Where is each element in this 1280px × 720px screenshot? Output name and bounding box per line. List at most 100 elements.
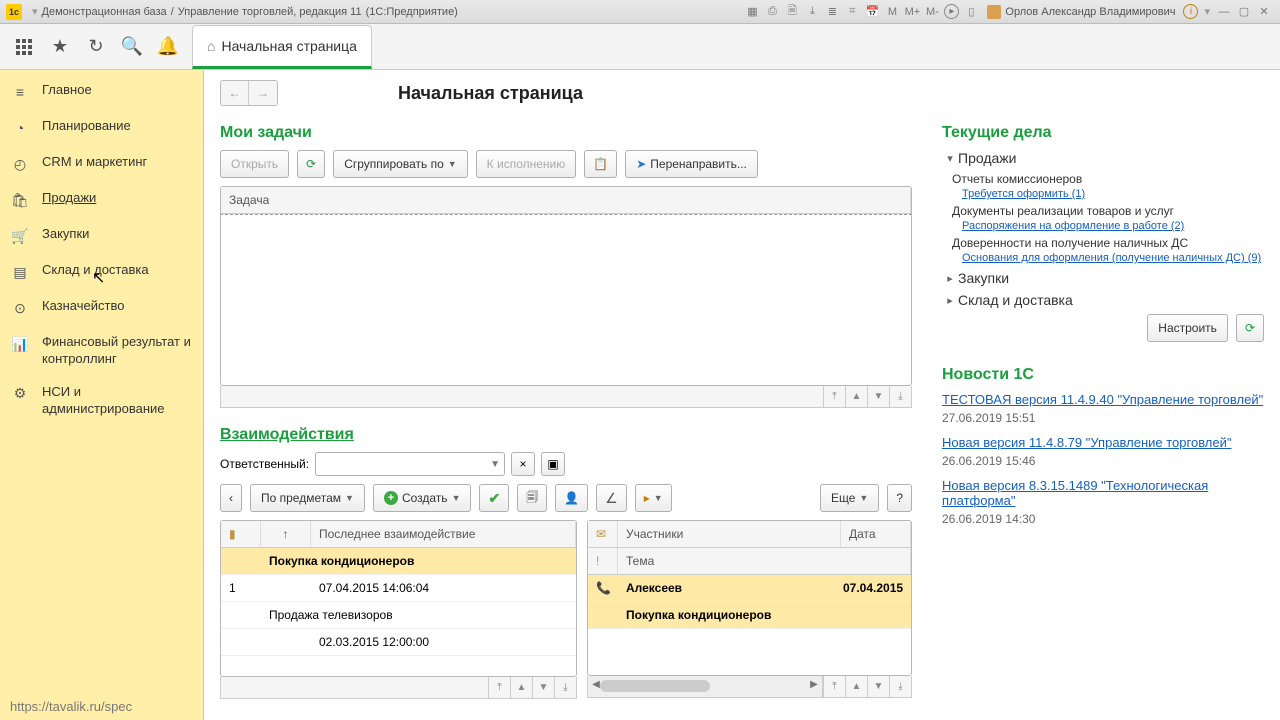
help-icon[interactable]: ▸ xyxy=(944,4,959,19)
nav-down-icon[interactable]: ▼ xyxy=(532,677,554,698)
doc-icon[interactable]: 🗎 xyxy=(784,4,800,20)
subjects-nav-strip: ⤒ ▲ ▼ ⤓ xyxy=(220,677,577,699)
prev-button[interactable]: ‹ xyxy=(220,484,242,512)
m-button[interactable]: M xyxy=(884,4,900,20)
person-button[interactable]: 👤 xyxy=(555,484,588,512)
link-poa[interactable]: Основания для оформления (получение нали… xyxy=(962,252,1261,264)
m-plus-button[interactable]: M+ xyxy=(904,4,920,20)
refresh-button[interactable]: ⟳ xyxy=(297,150,325,178)
group-by-button[interactable]: Сгруппировать по▼ xyxy=(333,150,467,178)
table-row[interactable]: Покупка кондиционеров xyxy=(588,602,911,629)
person-icon: 👤 xyxy=(564,491,579,505)
user-name: Орлов Александр Владимирович xyxy=(1005,6,1175,18)
sidebar-item-finance[interactable]: 📊 Финансовый результат и контроллинг xyxy=(0,326,203,376)
due-button[interactable]: К исполнению xyxy=(476,150,577,178)
tree-sales[interactable]: ▾Продажи xyxy=(942,150,1264,166)
app-icon: 1c xyxy=(6,4,22,20)
section-interactions-title[interactable]: Взаимодействия xyxy=(220,426,912,444)
nav-up-icon[interactable]: ▲ xyxy=(845,676,867,697)
scroll-thumb[interactable] xyxy=(600,680,710,692)
help-button[interactable]: ? xyxy=(887,484,912,512)
link-docs[interactable]: Распоряжения на оформление в работе (2) xyxy=(962,220,1184,232)
responsible-input[interactable]: ▼ xyxy=(315,452,505,476)
sidebar-item-main[interactable]: ≡ Главное xyxy=(0,74,203,110)
details-grid[interactable]: ✉ Участники Дата ! Тема 📞 Алексеев xyxy=(587,520,912,676)
tree-purchases[interactable]: ▸Закупки xyxy=(942,270,1264,286)
link-reports[interactable]: Требуется оформить (1) xyxy=(962,188,1085,200)
create-button[interactable]: +Создать▼ xyxy=(373,484,472,512)
apps-icon[interactable] xyxy=(6,29,42,65)
tasks-grid-body[interactable] xyxy=(220,215,912,386)
copy-button[interactable]: 🗐 xyxy=(517,484,547,512)
info-icon[interactable]: i xyxy=(1183,4,1198,19)
nav-bottom-icon[interactable]: ⤓ xyxy=(889,386,911,407)
table-row[interactable]: 02.03.2015 12:00:00 xyxy=(221,629,576,656)
tasks-grid[interactable]: Задача xyxy=(220,186,912,215)
bell-icon[interactable]: 🔔 xyxy=(150,29,186,65)
scrollbar[interactable]: ◀ ▶ xyxy=(588,676,823,697)
user-indicator[interactable]: Орлов Александр Владимирович xyxy=(987,5,1175,19)
sidebar: ≡ Главное ◔ Планирование ◴ CRM и маркети… xyxy=(0,70,204,720)
nav-top-icon[interactable]: ⤒ xyxy=(488,677,510,698)
search-icon[interactable]: 🔍 xyxy=(114,29,150,65)
sidebar-item-purchases[interactable]: 🛒 Закупки xyxy=(0,218,203,254)
subjects-grid[interactable]: ▮ ↑ Последнее взаимодействие Покупка кон… xyxy=(220,520,577,677)
m-minus-button[interactable]: M- xyxy=(924,4,940,20)
sidebar-item-treasury[interactable]: ⊙ Казначейство xyxy=(0,290,203,326)
open-button[interactable]: Открыть xyxy=(220,150,289,178)
nav-up-icon[interactable]: ▲ xyxy=(510,677,532,698)
sidebar-item-crm[interactable]: ◴ CRM и маркетинг xyxy=(0,146,203,182)
nav-down-icon[interactable]: ▼ xyxy=(867,676,889,697)
table-row[interactable]: Продажа телевизоров xyxy=(221,602,576,629)
download-icon[interactable]: ⤓ xyxy=(804,4,820,20)
close-button[interactable]: ✕ xyxy=(1256,4,1272,20)
maximize-button[interactable]: ▢ xyxy=(1236,4,1252,20)
by-subject-button[interactable]: По предметам▼ xyxy=(250,484,365,512)
table-row[interactable]: Покупка кондиционеров xyxy=(221,548,576,575)
treasury-icon: ⊙ xyxy=(10,298,30,318)
nav-bottom-icon[interactable]: ⤓ xyxy=(889,676,911,697)
action-button[interactable]: ▸▼ xyxy=(635,484,672,512)
nav-top-icon[interactable]: ⤒ xyxy=(823,386,845,407)
calculator-icon[interactable]: ⌗ xyxy=(844,4,860,20)
col-sort[interactable]: ↑ xyxy=(261,521,311,547)
configure-button[interactable]: Настроить xyxy=(1147,314,1228,342)
table-row[interactable]: 📞 Алексеев 07.04.2015 xyxy=(588,575,911,602)
compare-icon[interactable]: ≣ xyxy=(824,4,840,20)
back-button[interactable]: ← xyxy=(221,81,249,105)
open-filter-button[interactable]: ▣ xyxy=(541,452,565,476)
sidebar-item-admin[interactable]: ⚙ НСИ и администрирование xyxy=(0,376,203,426)
sidebar-item-warehouse[interactable]: ▤ Склад и доставка xyxy=(0,254,203,290)
minimize-button[interactable]: — xyxy=(1216,4,1232,20)
calendar-icon[interactable]: 📅 xyxy=(864,4,880,20)
news-link[interactable]: ТЕСТОВАЯ версия 11.4.9.40 "Управление то… xyxy=(942,392,1264,407)
history-icon[interactable]: ↻ xyxy=(78,29,114,65)
angle-button[interactable]: ∠ xyxy=(596,484,627,512)
news-link[interactable]: Новая версия 8.3.15.1489 "Технологическа… xyxy=(942,478,1264,508)
nav-up-icon[interactable]: ▲ xyxy=(845,386,867,407)
take-task-button[interactable]: 📋 xyxy=(584,150,617,178)
tree-sub: Доверенности на получение наличных ДС Ос… xyxy=(952,236,1264,264)
sidebar-item-planning[interactable]: ◔ Планирование xyxy=(0,110,203,146)
refresh-current-button[interactable]: ⟳ xyxy=(1236,314,1264,342)
nav-top-icon[interactable]: ⤒ xyxy=(823,676,845,697)
main-toolbar: ★ ↻ 🔍 🔔 ⌂ Начальная страница xyxy=(0,24,1280,70)
toolbar-icon[interactable]: ▦ xyxy=(744,4,760,20)
more-button[interactable]: Еще▼ xyxy=(820,484,879,512)
footer-link: https://tavalik.ru/spec xyxy=(10,699,132,714)
tab-home[interactable]: ⌂ Начальная страница xyxy=(192,25,372,69)
news-link[interactable]: Новая версия 11.4.8.79 "Управление торго… xyxy=(942,435,1264,450)
forward-button[interactable]: ➤Перенаправить... xyxy=(625,150,758,178)
table-row[interactable]: 1 07.04.2015 14:06:04 xyxy=(221,575,576,602)
sidebar-item-sales[interactable]: 🛍 Продажи xyxy=(0,182,203,218)
nav-down-icon[interactable]: ▼ xyxy=(867,386,889,407)
star-icon[interactable]: ★ xyxy=(42,29,78,65)
confirm-button[interactable]: ✔ xyxy=(479,484,509,512)
clear-filter-button[interactable]: × xyxy=(511,452,535,476)
forward-button[interactable]: → xyxy=(249,81,277,105)
print-icon[interactable]: ⎙ xyxy=(764,4,780,20)
book-icon[interactable]: ▯ xyxy=(963,4,979,20)
nav-bottom-icon[interactable]: ⤓ xyxy=(554,677,576,698)
tree-warehouse[interactable]: ▸Склад и доставка xyxy=(942,292,1264,308)
tree-sub: Документы реализации товаров и услуг Рас… xyxy=(952,204,1264,232)
